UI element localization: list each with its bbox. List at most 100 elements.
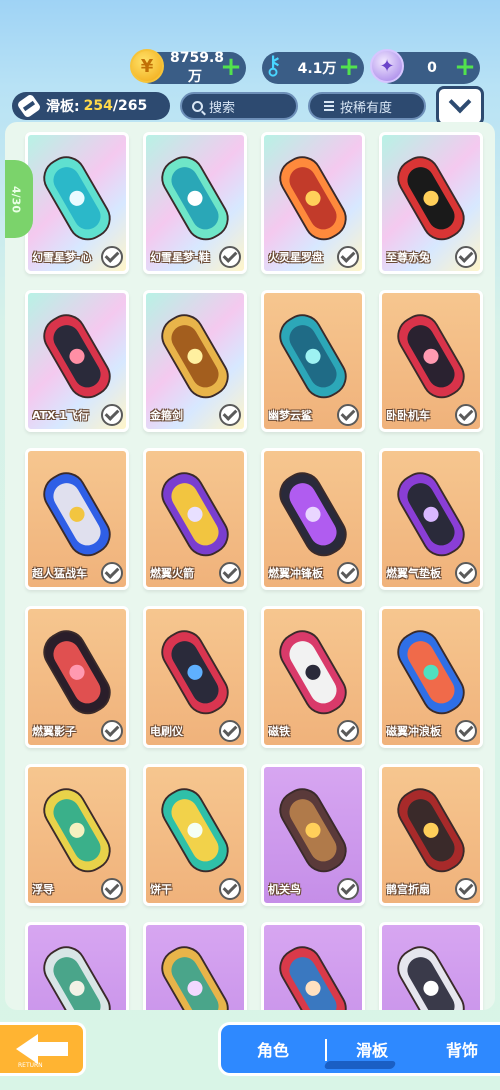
skateboard-name: 磁翼冲浪板	[386, 725, 441, 738]
owned-check-icon	[455, 562, 477, 584]
back-arrow-icon	[15, 1034, 68, 1064]
collapse-button[interactable]	[436, 86, 484, 126]
skateboard-name: 燃翼影子	[32, 725, 76, 738]
toolbar: 滑板: 254 /265 搜索 按稀有度	[0, 86, 500, 126]
skateboard-card[interactable]: 卧卧机车	[379, 290, 483, 432]
sort-label: 按稀有度	[340, 100, 393, 116]
board-owned-count: 254	[83, 98, 113, 114]
skateboard-name: 鹊宫折扇	[386, 883, 430, 896]
skateboard-card[interactable]: 燃翼影子	[25, 606, 129, 748]
skateboard-card[interactable]: 燃翼火箭	[143, 448, 247, 590]
skateboard-card[interactable]: 幻雪星梦-心	[25, 132, 129, 274]
key-counter: ⚷ 4.1万 +	[262, 51, 364, 84]
skateboard-art	[43, 946, 111, 1010]
active-tab-indicator	[323, 1061, 397, 1069]
add-coins-button[interactable]: +	[220, 54, 242, 80]
board-total-count: /265	[112, 98, 148, 114]
skateboard-card[interactable]: 磁翼冲浪板	[379, 606, 483, 748]
skateboard-name: 火灵星罗盘	[268, 251, 323, 264]
owned-check-icon	[455, 246, 477, 268]
skateboard-card[interactable]	[25, 922, 129, 1010]
skateboard-name: 超人猛战车	[32, 567, 87, 580]
gem-icon: ✦	[370, 49, 404, 83]
owned-check-icon	[101, 246, 123, 268]
owned-check-icon	[101, 562, 123, 584]
owned-check-icon	[219, 562, 241, 584]
owned-check-icon	[219, 404, 241, 426]
skateboard-name: 幻雪星梦-心	[32, 251, 92, 264]
skateboard-card[interactable]: 燃翼气垫板	[379, 448, 483, 590]
skateboard-name: 幻雪星梦-鞋	[150, 251, 210, 264]
chevron-down-icon	[448, 90, 472, 114]
skateboard-card[interactable]: 鹊宫折扇	[379, 764, 483, 906]
skateboard-name: 饼干	[150, 883, 172, 896]
owned-check-icon	[101, 404, 123, 426]
skateboard-card[interactable]	[379, 922, 483, 1010]
owned-check-icon	[455, 878, 477, 900]
skateboard-art	[397, 946, 465, 1010]
owned-check-icon	[219, 878, 241, 900]
board-count-label: 滑板:	[46, 99, 80, 115]
currency-bar: ¥ 8759.8万 + ⚷ 4.1万 + ✦ 0 +	[0, 49, 500, 86]
list-icon	[324, 101, 334, 111]
back-button-label: RETURN	[18, 1062, 43, 1069]
owned-check-icon	[101, 720, 123, 742]
skateboard-name: 至尊赤兔	[386, 251, 430, 264]
owned-check-icon	[337, 562, 359, 584]
coin-value: 8759.8万	[170, 50, 225, 85]
skateboard-card[interactable]: 电刷仪	[143, 606, 247, 748]
skateboard-card[interactable]: 燃翼冲锋板	[261, 448, 365, 590]
skateboard-name: 磁铁	[268, 725, 290, 738]
skateboard-card[interactable]: 幻雪星梦-鞋	[143, 132, 247, 274]
skateboard-name: 燃翼火箭	[150, 567, 194, 580]
skateboard-name: 卧卧机车	[386, 409, 430, 422]
board-count: 滑板: 254 /265	[12, 92, 170, 120]
owned-check-icon	[337, 404, 359, 426]
skateboard-name: 燃翼冲锋板	[268, 567, 323, 580]
key-icon: ⚷	[263, 51, 283, 81]
skateboard-card[interactable]: 浮导	[25, 764, 129, 906]
coin-icon: ¥	[130, 49, 164, 83]
skateboard-card[interactable]: ATX-1飞行	[25, 290, 129, 432]
skateboard-name: 机关鸟	[268, 883, 301, 896]
skateboard-art	[161, 946, 229, 1010]
skateboard-card[interactable]: 机关鸟	[261, 764, 365, 906]
skateboard-card[interactable]: 幽梦云鲨	[261, 290, 365, 432]
skateboard-card[interactable]: 火灵星罗盘	[261, 132, 365, 274]
owned-check-icon	[219, 246, 241, 268]
skateboard-card[interactable]	[143, 922, 247, 1010]
owned-check-icon	[219, 720, 241, 742]
gem-counter: ✦ 0 +	[370, 49, 480, 84]
search-placeholder: 搜索	[209, 100, 236, 116]
sort-button[interactable]: 按稀有度	[308, 92, 426, 120]
key-value: 4.1万	[297, 61, 337, 77]
skateboard-art	[279, 946, 347, 1010]
skateboard-card[interactable]	[261, 922, 365, 1010]
owned-check-icon	[337, 720, 359, 742]
add-gems-button[interactable]: +	[454, 54, 476, 80]
skateboard-card[interactable]: 磁铁	[261, 606, 365, 748]
search-icon	[192, 100, 203, 112]
skateboard-name: 燃翼气垫板	[386, 567, 441, 580]
tab-backpack[interactable]: 背饰	[417, 1025, 500, 1073]
tab-character[interactable]: 角色	[221, 1025, 325, 1073]
add-keys-button[interactable]: +	[338, 54, 360, 80]
search-input[interactable]: 搜索	[180, 92, 298, 120]
skateboard-name: 金箍剑	[150, 409, 183, 422]
side-badge[interactable]: 4/30	[5, 160, 33, 238]
skateboard-card[interactable]: 至尊赤兔	[379, 132, 483, 274]
owned-check-icon	[455, 404, 477, 426]
back-button[interactable]: RETURN	[0, 1022, 86, 1076]
skateboard-name: 幽梦云鲨	[268, 409, 312, 422]
skateboard-panel: 4/30 幻雪星梦-心 幻雪星梦-鞋 火灵星罗盘 至尊赤兔 ATX-1飞行 金箍剑 幽梦云鲨…	[5, 122, 495, 1010]
skateboard-name: ATX-1飞行	[32, 409, 89, 422]
skateboard-card[interactable]: 超人猛战车	[25, 448, 129, 590]
skateboard-card[interactable]: 饼干	[143, 764, 247, 906]
coin-counter: ¥ 8759.8万 +	[130, 49, 246, 85]
skateboard-name: 电刷仪	[150, 725, 183, 738]
category-tabbar: 角色 滑板 背饰	[218, 1022, 500, 1076]
owned-check-icon	[337, 246, 359, 268]
skateboard-card[interactable]: 金箍剑	[143, 290, 247, 432]
owned-check-icon	[337, 878, 359, 900]
owned-check-icon	[455, 720, 477, 742]
